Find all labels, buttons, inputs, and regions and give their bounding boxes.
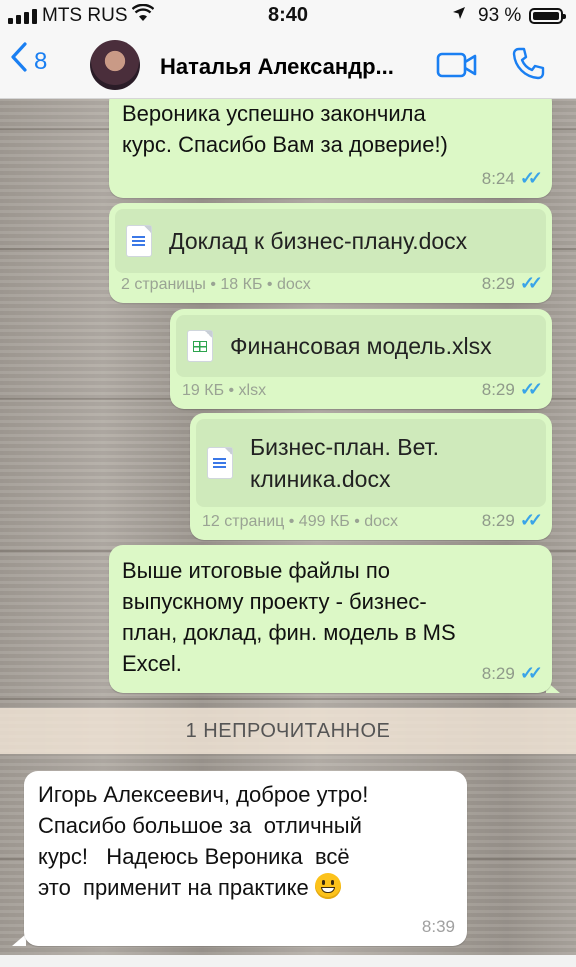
outgoing-file-message[interactable]: Финансовая модель.xlsx 19 КБ • xlsx 8:29…	[170, 309, 552, 409]
message-time: 8:29	[481, 510, 515, 530]
file-name: Бизнес-план. Вет. клиника.docx	[250, 434, 440, 492]
input-bar-edge	[0, 955, 576, 967]
message-time: 8:39	[421, 917, 455, 936]
unread-chats-count: 8	[34, 48, 48, 75]
chevron-left-icon	[10, 40, 28, 80]
grinning-face-icon	[314, 873, 341, 899]
message-text: Вероника успешно закончила курс. Спасибо…	[122, 101, 448, 157]
file-attachment[interactable]: Доклад к бизнес-плану.docx	[115, 209, 546, 273]
outgoing-message[interactable]: Выше итоговые файлы по выпускному проект…	[109, 545, 552, 693]
unread-divider: 1 НЕПРОЧИТАННОЕ	[0, 708, 576, 754]
battery-icon	[529, 8, 566, 24]
message-time: 8:29	[481, 379, 515, 399]
read-receipt-icon: ✓✓	[519, 379, 543, 399]
file-name: Доклад к бизнес-плану.docx	[169, 228, 468, 254]
file-attachment[interactable]: Бизнес-план. Вет. клиника.docx	[196, 419, 546, 507]
chat-header: MTS RUS 8:40 93 % 8 Наталья Александр...	[0, 0, 576, 99]
location-arrow-icon	[452, 5, 466, 25]
battery-percentage: 93 %	[478, 5, 522, 26]
message-meta: 8:29 ✓✓	[481, 510, 543, 531]
outgoing-message[interactable]: Вероника успешно закончила курс. Спасибо…	[109, 88, 552, 198]
spreadsheet-icon	[188, 331, 212, 361]
file-info: 12 страниц • 499 КБ • docx	[202, 513, 399, 530]
avatar[interactable]	[90, 40, 140, 90]
file-info: 2 страницы • 18 КБ • docx	[121, 276, 311, 293]
message-meta: 8:29 ✓✓	[481, 663, 543, 684]
message-meta: 8:29 ✓✓	[481, 379, 543, 400]
read-receipt-icon: ✓✓	[519, 510, 543, 530]
incoming-message[interactable]: Игорь Алексеевич, доброе утро! Спасибо б…	[24, 771, 467, 946]
document-icon	[127, 226, 151, 256]
outgoing-file-message[interactable]: Доклад к бизнес-плану.docx 2 страницы • …	[109, 203, 552, 303]
message-time: 8:29	[481, 663, 515, 683]
message-meta: 8:39	[422, 917, 455, 937]
message-text: Игорь Алексеевич, доброе утро! Спасибо б…	[38, 779, 368, 903]
read-receipt-icon: ✓✓	[519, 663, 543, 683]
outgoing-file-message[interactable]: Бизнес-план. Вет. клиника.docx 12 страни…	[190, 413, 552, 540]
message-meta: 8:29 ✓✓	[481, 273, 543, 294]
message-time: 8:24	[481, 168, 515, 188]
message-time: 8:29	[481, 273, 515, 293]
message-meta: 8:24 ✓✓	[481, 168, 543, 189]
back-button[interactable]: 8	[10, 42, 48, 80]
document-icon	[208, 448, 232, 478]
phone-icon[interactable]	[510, 46, 546, 82]
file-name: Финансовая модель.xlsx	[230, 333, 492, 359]
contact-name[interactable]: Наталья Александр...	[160, 54, 422, 80]
read-receipt-icon: ✓✓	[519, 168, 543, 188]
read-receipt-icon: ✓✓	[519, 273, 543, 293]
file-attachment[interactable]: Финансовая модель.xlsx	[176, 315, 546, 377]
file-info: 19 КБ • xlsx	[182, 382, 267, 399]
video-camera-icon[interactable]	[436, 50, 478, 80]
status-bar: MTS RUS 8:40 93 %	[0, 0, 576, 32]
message-text: Выше итоговые файлы по выпускному проект…	[122, 558, 456, 676]
